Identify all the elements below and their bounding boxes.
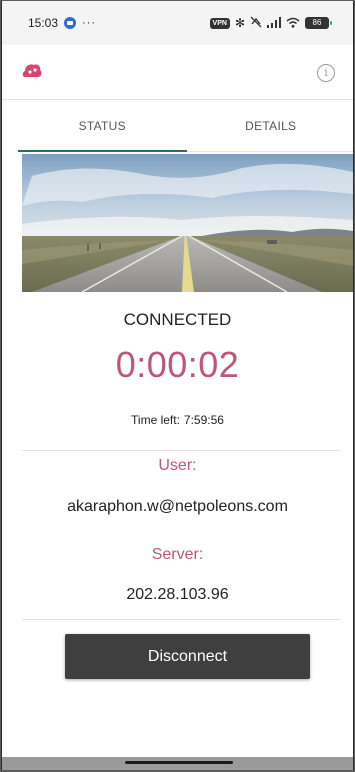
road-banner-image [22, 154, 353, 292]
vpn-icon: VPN [209, 17, 230, 29]
app-frame: 15:03 ··· VPN ✻ 86 i STATUS DETAILS CONN… [1, 1, 354, 770]
signal-icon [267, 16, 281, 30]
connection-status: CONNECTED [123, 310, 232, 329]
no-sound-icon [250, 16, 262, 30]
divider [22, 450, 341, 451]
status-bar-left: 15:03 ··· [28, 16, 96, 30]
clock: 15:03 [28, 16, 59, 30]
time-left-value: 7:59:56 [183, 413, 224, 427]
server-value: 202.28.103.96 [126, 586, 229, 603]
wifi-icon [286, 17, 300, 30]
divider [22, 619, 341, 620]
system-navigation-bar [2, 757, 353, 770]
bluetooth-icon: ✻ [234, 16, 245, 30]
status-bar-right: VPN ✻ 86 [209, 16, 332, 30]
elapsed-timer: 0:00:02 [115, 344, 240, 385]
user-label: User: [158, 457, 197, 474]
tab-status[interactable]: STATUS [18, 101, 187, 152]
disconnect-button[interactable]: Disconnect [65, 634, 310, 679]
user-value: akaraphon.w@netpoleons.com [67, 498, 288, 515]
more-notifications-icon: ··· [82, 17, 97, 29]
app-header: i [2, 45, 353, 100]
message-notification-icon [64, 17, 77, 29]
server-label: Server: [151, 546, 204, 563]
tab-bar: STATUS DETAILS [18, 101, 354, 152]
time-left-label: Time left: [131, 413, 180, 427]
battery-icon: 86 [305, 17, 332, 29]
info-icon[interactable]: i [317, 64, 335, 82]
tab-details[interactable]: DETAILS [187, 101, 354, 151]
app-logo-icon [22, 62, 42, 83]
time-left: Time left: 7:59:56 [2, 413, 353, 427]
home-gesture-handle[interactable] [125, 761, 233, 764]
system-status-bar: 15:03 ··· VPN ✻ 86 [2, 1, 353, 45]
